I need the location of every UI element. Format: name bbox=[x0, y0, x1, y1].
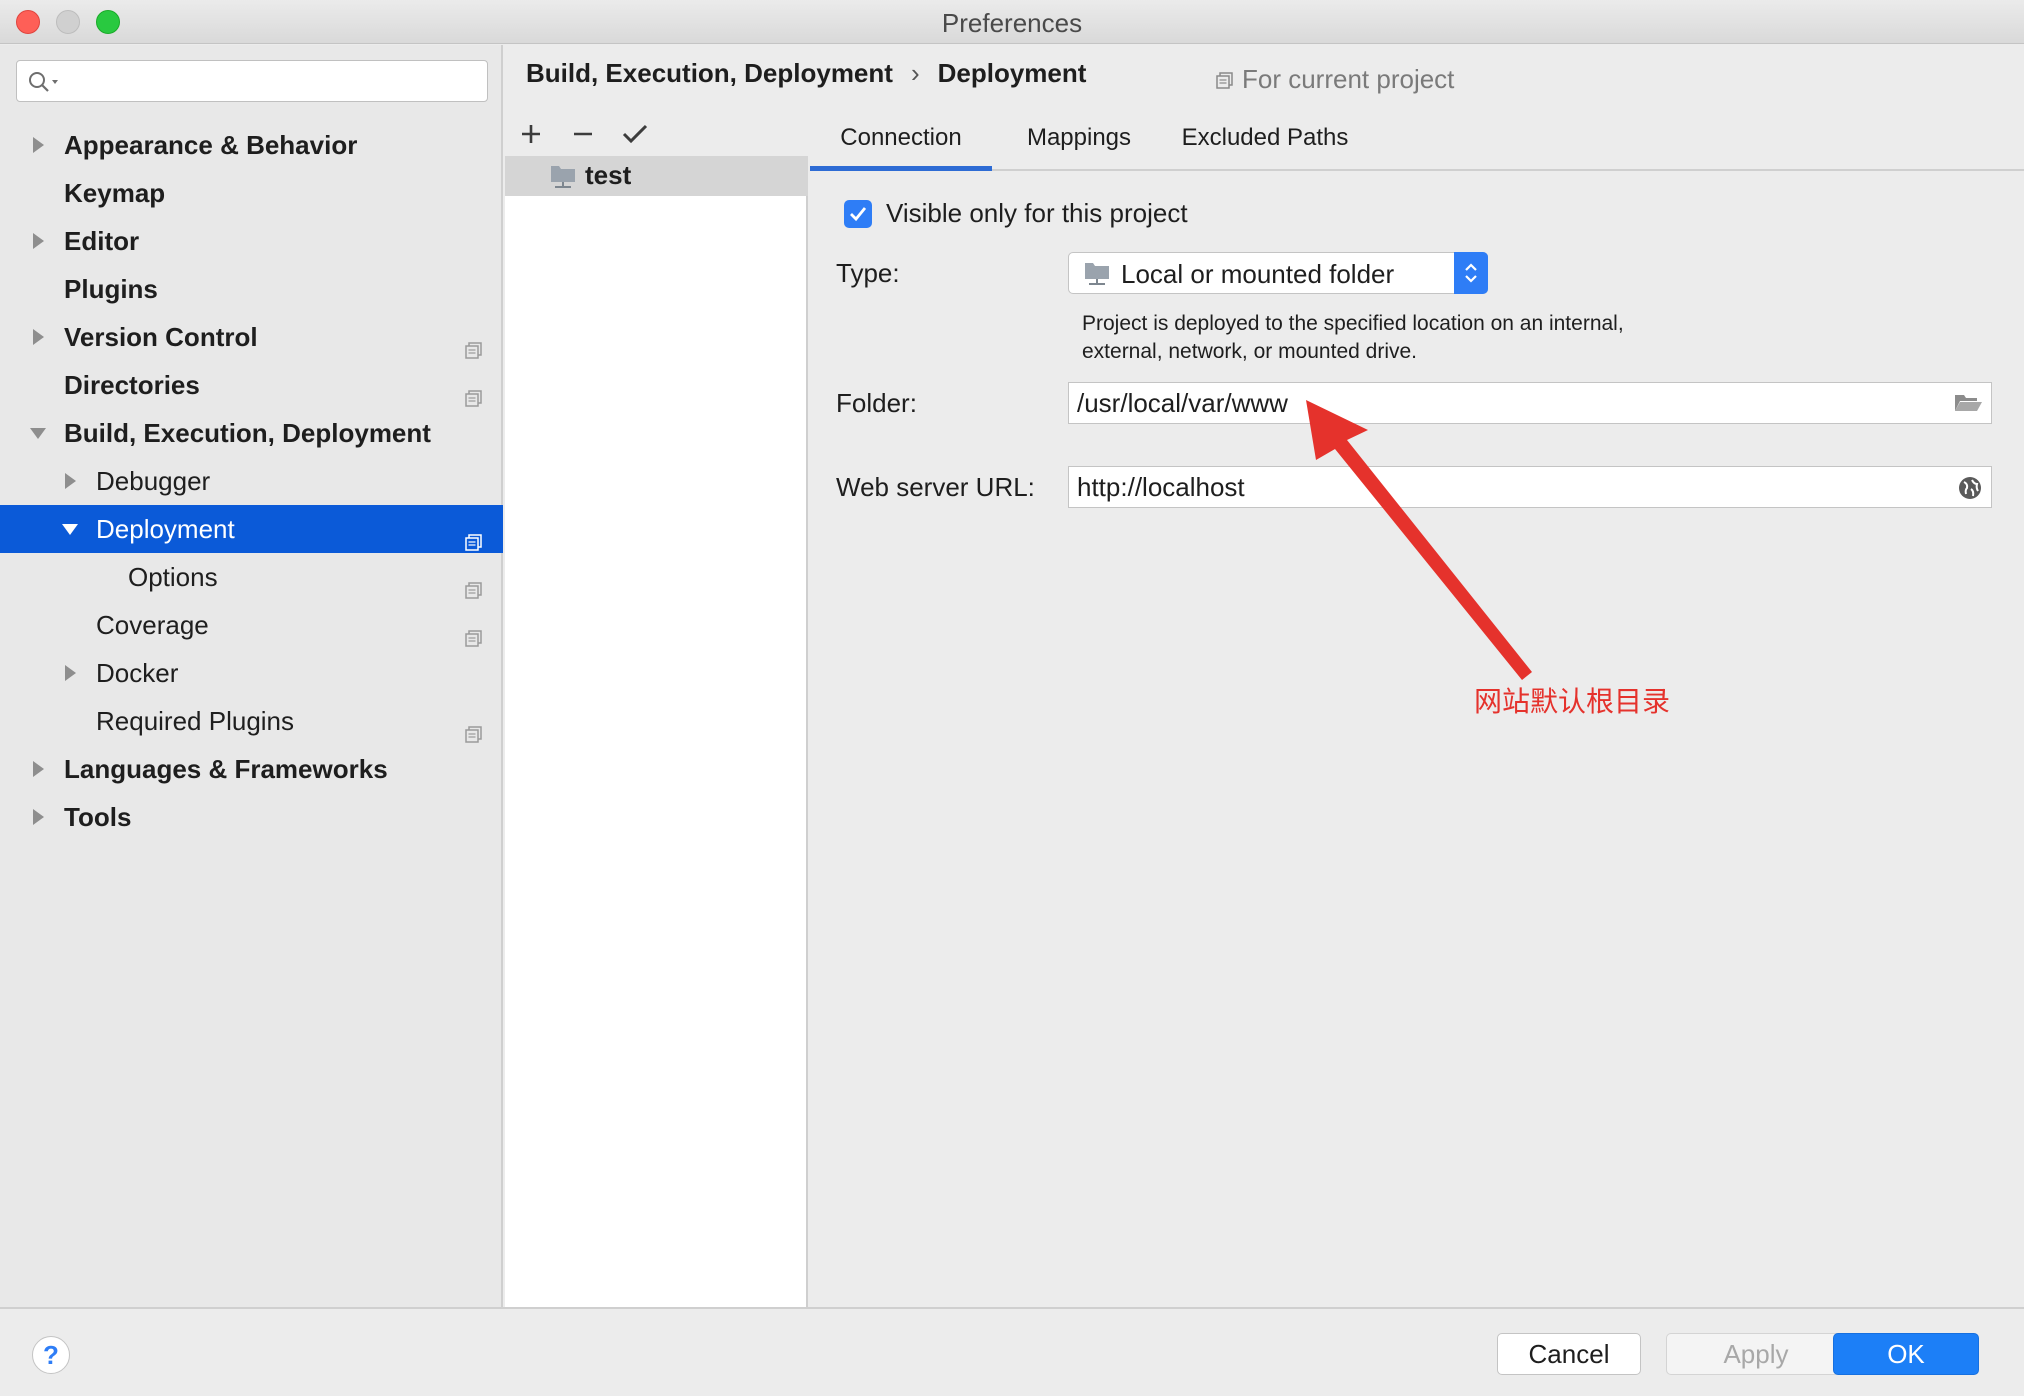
annotation-text: 网站默认根目录 bbox=[1474, 685, 1671, 718]
preferences-window: Preferences Appearance & Behavior Keymap E… bbox=[0, 0, 2024, 1396]
help-button[interactable]: ? bbox=[32, 1336, 70, 1374]
ok-button[interactable]: OK bbox=[1833, 1333, 1979, 1375]
dialog-button-bar: ? Cancel Apply OK bbox=[0, 1307, 2024, 1396]
apply-button[interactable]: Apply bbox=[1666, 1333, 1846, 1375]
cancel-button[interactable]: Cancel bbox=[1497, 1333, 1641, 1375]
annotation-arrow bbox=[1306, 400, 1532, 680]
